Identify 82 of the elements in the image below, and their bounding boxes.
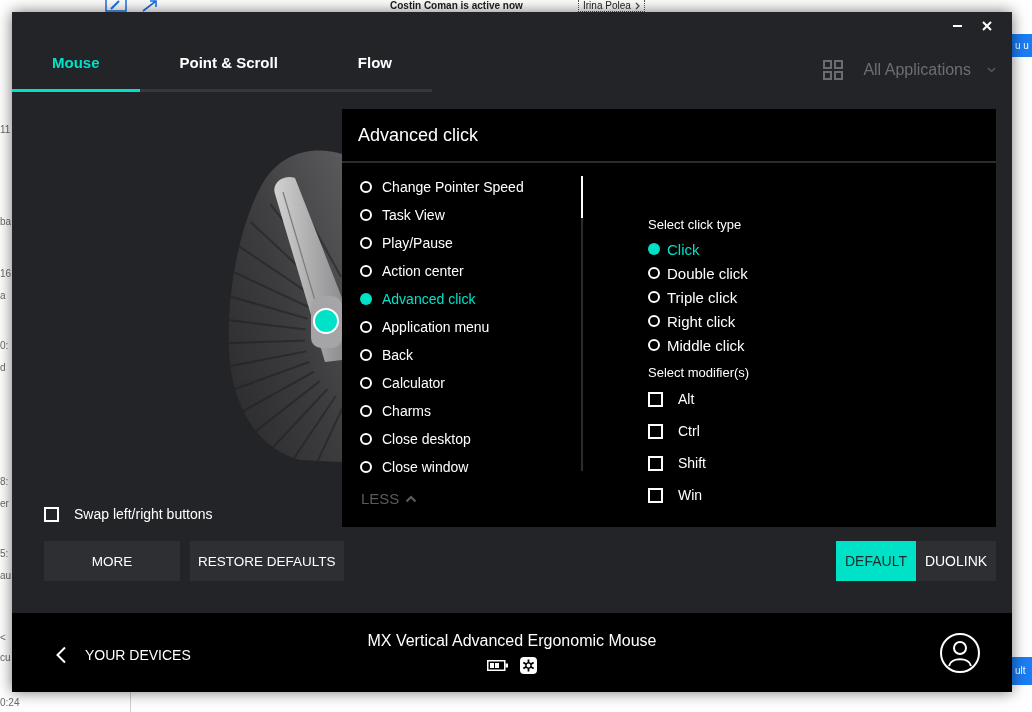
close-icon[interactable] bbox=[982, 21, 992, 31]
radio-icon[interactable] bbox=[648, 315, 660, 327]
banner: ult bbox=[1012, 657, 1032, 685]
text-fragment: 5: bbox=[0, 547, 9, 561]
radio-icon[interactable] bbox=[360, 349, 372, 361]
radio-icon[interactable] bbox=[360, 377, 372, 389]
tab[interactable]: Point & Scroll bbox=[139, 40, 318, 92]
mode-button[interactable]: DUOLINK bbox=[916, 541, 996, 581]
radio-option[interactable]: Close desktop bbox=[358, 425, 471, 453]
radio-option[interactable]: Middle click bbox=[648, 333, 745, 357]
checkbox[interactable] bbox=[648, 423, 663, 439]
arrow-icon[interactable] bbox=[140, 0, 160, 12]
radio-option[interactable]: Charms bbox=[358, 397, 431, 425]
radio-option[interactable]: Right click bbox=[648, 309, 736, 333]
checkbox-option[interactable]: Alt bbox=[648, 383, 695, 415]
radio-icon[interactable] bbox=[648, 267, 660, 279]
back-link[interactable]: YOUR DEVICES bbox=[55, 645, 191, 664]
text-fragment: 16 bbox=[0, 267, 12, 281]
asterisk-icon bbox=[520, 657, 537, 674]
radio-option[interactable]: Application menu bbox=[358, 313, 490, 341]
text-fragment: d bbox=[0, 361, 6, 375]
radio-option[interactable]: Calculator bbox=[358, 369, 446, 397]
tab[interactable]: Flow bbox=[317, 40, 433, 92]
chevron-right-icon bbox=[634, 1, 640, 10]
action-button[interactable]: MORE bbox=[44, 541, 180, 581]
radio-option[interactable]: Close window bbox=[358, 453, 469, 481]
checkbox[interactable] bbox=[44, 506, 59, 522]
radio-option[interactable]: Task View bbox=[358, 201, 445, 229]
radio-option[interactable]: Change Pointer Speed bbox=[358, 173, 524, 201]
radio-icon[interactable] bbox=[360, 293, 372, 305]
device-name: MX Vertical Advanced Ergonomic Mouse bbox=[367, 631, 657, 651]
section-heading: Select modifier(s) bbox=[648, 364, 750, 382]
text-fragment: a bbox=[0, 289, 6, 303]
radio-option[interactable]: Double click bbox=[648, 261, 748, 285]
text-fragment: ba bbox=[0, 215, 12, 229]
mode-button[interactable]: DEFAULT bbox=[836, 541, 916, 581]
radio-icon[interactable] bbox=[360, 405, 372, 417]
user-icon[interactable] bbox=[940, 632, 980, 673]
radio-icon[interactable] bbox=[648, 291, 660, 303]
tab[interactable]: Mouse bbox=[12, 40, 140, 92]
text-fragment: 0: bbox=[0, 339, 9, 353]
text-fragment: 8: bbox=[0, 475, 9, 489]
text-fragment: au bbox=[0, 569, 12, 583]
pencil-icon[interactable] bbox=[105, 0, 127, 12]
checkbox-option[interactable]: Ctrl bbox=[648, 415, 700, 447]
radio-icon[interactable] bbox=[648, 339, 660, 351]
text-fragment: < bbox=[0, 631, 6, 645]
checkbox[interactable] bbox=[648, 455, 663, 471]
panel-title: Advanced click bbox=[358, 124, 479, 146]
radio-option[interactable]: Back bbox=[358, 341, 414, 369]
status-text: Costin Coman is active now bbox=[390, 0, 524, 12]
chevron-left-icon bbox=[55, 645, 67, 664]
scrollbar-thumb[interactable] bbox=[581, 176, 583, 218]
radio-option[interactable]: Triple click bbox=[648, 285, 738, 309]
radio-icon[interactable] bbox=[648, 243, 660, 255]
chevron-up-icon bbox=[405, 494, 418, 503]
banner: u u bbox=[1012, 34, 1032, 57]
section-heading: Select click type bbox=[648, 216, 742, 234]
radio-icon[interactable] bbox=[360, 209, 372, 221]
radio-option[interactable]: Advanced click bbox=[358, 285, 476, 313]
radio-option[interactable]: Action center bbox=[358, 257, 464, 285]
checkbox[interactable] bbox=[648, 391, 663, 407]
swap-buttons-option[interactable]: Swap left/right buttons bbox=[44, 504, 213, 524]
checkbox-option[interactable]: Win bbox=[648, 479, 703, 511]
checkbox[interactable] bbox=[648, 487, 663, 503]
chevron-down-icon bbox=[987, 67, 996, 73]
grid-icon[interactable] bbox=[823, 60, 844, 80]
text-fragment: 11 bbox=[0, 123, 11, 137]
radio-icon[interactable] bbox=[360, 321, 372, 333]
action-button[interactable]: RESTORE DEFAULTS bbox=[190, 541, 344, 581]
radio-icon[interactable] bbox=[360, 461, 372, 473]
checkbox-option[interactable]: Shift bbox=[648, 447, 706, 479]
radio-icon[interactable] bbox=[360, 265, 372, 277]
text-fragment: cu bbox=[0, 651, 11, 665]
radio-icon[interactable] bbox=[360, 181, 372, 193]
text-fragment: er bbox=[0, 497, 9, 511]
radio-icon[interactable] bbox=[360, 237, 372, 249]
text-fragment: 0:24 bbox=[0, 696, 20, 710]
radio-icon[interactable] bbox=[360, 433, 372, 445]
battery-icon bbox=[487, 660, 508, 671]
radio-option[interactable]: Click bbox=[648, 237, 700, 261]
radio-option[interactable]: Play/Pause bbox=[358, 229, 453, 257]
